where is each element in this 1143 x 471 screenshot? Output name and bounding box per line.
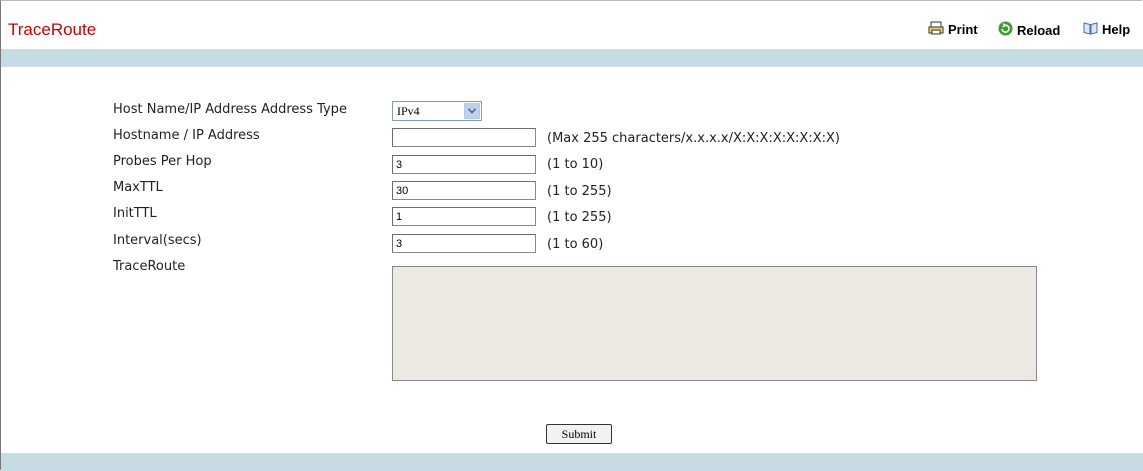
address-type-label: Host Name/IP Address Address Type — [113, 102, 347, 117]
maxttl-hint: (1 to 255) — [547, 184, 612, 199]
footer-bar — [1, 453, 1143, 471]
help-book-icon — [1083, 21, 1102, 38]
print-label: Print — [948, 22, 978, 37]
interval-hint: (1 to 60) — [547, 237, 604, 252]
initttl-hint: (1 to 255) — [547, 210, 612, 225]
hostname-label: Hostname / IP Address — [113, 128, 260, 143]
hostname-hint: (Max 255 characters/x.x.x.x/X:X:X:X:X:X:… — [547, 131, 840, 146]
reload-icon — [998, 21, 1017, 39]
header-bar — [1, 49, 1143, 67]
probes-label: Probes Per Hop — [113, 154, 212, 169]
submit-button[interactable]: Submit — [546, 424, 612, 444]
interval-label: Interval(secs) — [113, 233, 202, 248]
reload-label: Reload — [1017, 22, 1061, 38]
probes-hint: (1 to 10) — [547, 157, 604, 172]
initttl-label: InitTTL — [113, 206, 157, 221]
address-type-select[interactable]: IPv4 — [392, 101, 482, 121]
reload-button[interactable]: Reload — [998, 21, 1060, 39]
chevron-down-icon[interactable] — [464, 103, 480, 119]
printer-icon — [928, 21, 948, 38]
help-button[interactable]: Help — [1083, 21, 1130, 38]
traceroute-output[interactable] — [392, 266, 1037, 381]
interval-input[interactable] — [392, 234, 536, 253]
traceroute-label: TraceRoute — [113, 259, 186, 274]
page-title: TraceRoute — [8, 20, 97, 39]
help-label: Help — [1102, 22, 1131, 37]
hostname-input[interactable] — [392, 128, 536, 147]
probes-input[interactable] — [392, 155, 536, 174]
initttl-input[interactable] — [392, 207, 536, 226]
address-type-value: IPv4 — [397, 104, 420, 118]
maxttl-input[interactable] — [392, 181, 536, 200]
print-button[interactable]: Print — [928, 21, 978, 38]
maxttl-label: MaxTTL — [113, 180, 163, 195]
